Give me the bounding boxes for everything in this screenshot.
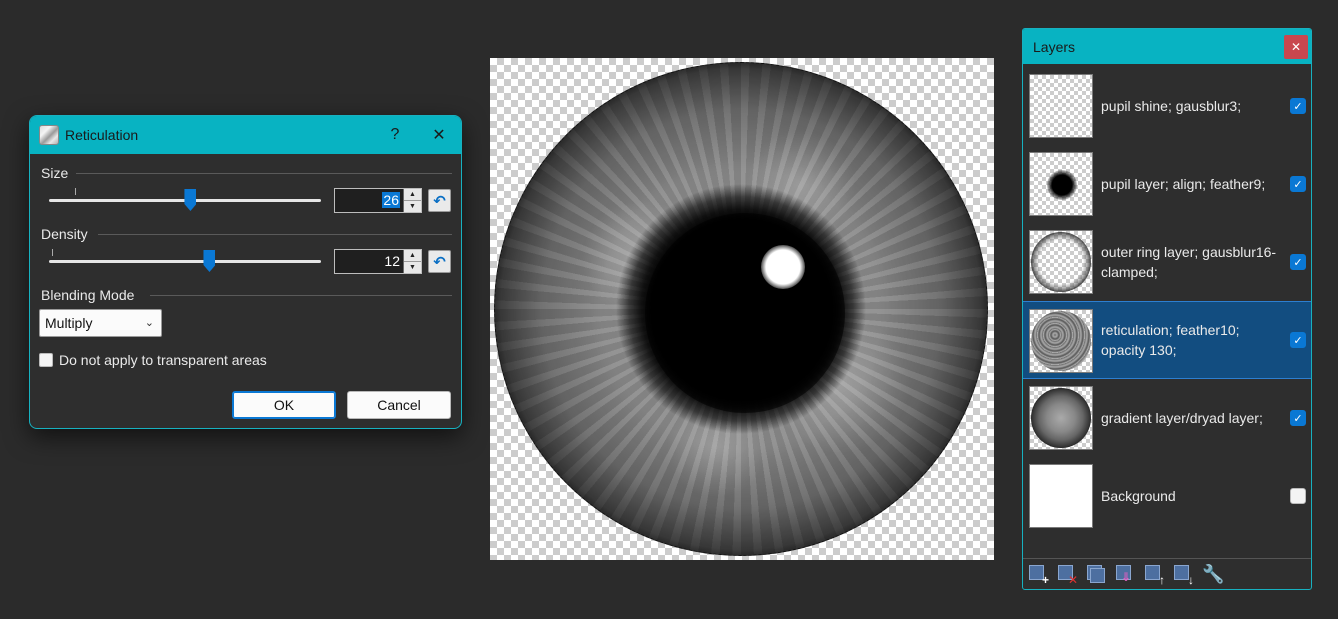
size-up-arrow-icon[interactable]: ▲ [404, 189, 421, 200]
size-spin-arrows[interactable]: ▲ ▼ [403, 189, 421, 212]
layers-panel: Layers ✕ pupil shine; gausblur3; ✓ pupil… [1022, 28, 1312, 590]
thumbnail-reticulation [1031, 311, 1091, 371]
move-layer-down-icon[interactable]: ↓ [1173, 564, 1194, 586]
layer-visibility-checkbox[interactable]: ✓ [1290, 98, 1306, 114]
layer-name: gradient layer/dryad layer; [1101, 410, 1263, 426]
transparent-areas-option[interactable]: Do not apply to transparent areas [39, 352, 267, 368]
layer-name: outer ring layer; gausblur16-clamped; [1101, 244, 1277, 280]
chevron-down-icon: ⌄ [144, 317, 154, 329]
transparent-areas-label: Do not apply to transparent areas [59, 352, 267, 368]
density-slider-tick [52, 249, 53, 256]
layer-row-outer-ring[interactable]: outer ring layer; gausblur16-clamped; ✓ [1023, 223, 1311, 301]
density-input[interactable]: 12 [335, 250, 403, 273]
size-value: 26 [382, 192, 400, 208]
reticulation-dialog: Reticulation ? ✕ Size 26 ▲ ▼ ↶ Density 1… [29, 115, 462, 429]
ok-button[interactable]: OK [232, 391, 336, 419]
reset-icon: ↶ [433, 253, 446, 271]
delete-layer-icon[interactable]: ✕ [1057, 564, 1078, 586]
merge-layer-down-icon[interactable]: ⇓ [1115, 564, 1135, 584]
density-spin-arrows[interactable]: ▲ ▼ [403, 250, 421, 273]
layer-row-pupil[interactable]: pupil layer; align; feather9; ✓ [1023, 145, 1311, 223]
layer-row-gradient[interactable]: gradient layer/dryad layer; ✓ [1023, 379, 1311, 457]
pupil-image [645, 213, 845, 413]
density-up-arrow-icon[interactable]: ▲ [404, 250, 421, 261]
layer-visibility-checkbox[interactable]: ✓ [1290, 254, 1306, 270]
blending-mode-value: Multiply [45, 315, 93, 331]
density-label: Density [41, 226, 88, 242]
layer-thumbnail [1029, 152, 1093, 216]
size-slider-thumb[interactable] [184, 189, 197, 211]
layers-title: Layers [1033, 38, 1076, 55]
dialog-titlebar[interactable]: Reticulation ? ✕ [30, 116, 461, 154]
layers-close-button[interactable]: ✕ [1284, 34, 1308, 59]
layers-toolbar: + ✕ ⇓ ↑ ↓ 🔧 [1023, 558, 1311, 589]
blending-divider [150, 295, 452, 296]
dialog-close-button[interactable]: ✕ [417, 116, 461, 154]
size-input[interactable]: 26 [335, 189, 403, 212]
size-divider [76, 173, 452, 174]
size-label: Size [41, 165, 69, 181]
layer-properties-icon[interactable]: 🔧 [1202, 564, 1224, 584]
layer-thumbnail [1029, 464, 1093, 528]
layers-titlebar[interactable]: Layers ✕ [1023, 29, 1311, 64]
pupil-shine-image [761, 245, 805, 289]
cancel-button[interactable]: Cancel [347, 391, 451, 419]
thumbnail-gradient [1031, 388, 1091, 448]
layer-visibility-checkbox[interactable]: ✓ [1290, 410, 1306, 426]
layer-thumbnail [1029, 74, 1093, 138]
size-reset-button[interactable]: ↶ [428, 189, 451, 212]
layer-row-background[interactable]: Background [1023, 457, 1311, 535]
layer-row-reticulation[interactable]: reticulation; feather10; opacity 130; ✓ [1023, 301, 1311, 379]
image-canvas[interactable] [490, 58, 994, 560]
move-layer-up-icon[interactable]: ↑ [1144, 564, 1165, 586]
layer-name: pupil shine; gausblur3; [1101, 98, 1242, 114]
density-divider [98, 234, 452, 235]
blending-mode-label: Blending Mode [41, 287, 135, 303]
reset-icon: ↶ [433, 192, 446, 210]
layer-visibility-checkbox[interactable]: ✓ [1290, 176, 1306, 192]
thumbnail-ring [1031, 232, 1091, 292]
density-slider-thumb[interactable] [203, 250, 216, 272]
layer-thumbnail [1029, 309, 1093, 373]
density-spinbox[interactable]: 12 ▲ ▼ [334, 249, 422, 274]
help-button[interactable]: ? [373, 116, 417, 154]
layer-visibility-checkbox[interactable] [1290, 488, 1306, 504]
size-slider-tick [75, 188, 76, 195]
layer-name: pupil layer; align; feather9; [1101, 176, 1266, 192]
add-layer-icon[interactable]: + [1028, 564, 1049, 586]
density-down-arrow-icon[interactable]: ▼ [404, 261, 421, 273]
thumbnail-pupil [1047, 170, 1077, 200]
layer-name: Background [1101, 488, 1176, 504]
density-reset-button[interactable]: ↶ [428, 250, 451, 273]
iris-image [494, 62, 988, 556]
size-spinbox[interactable]: 26 ▲ ▼ [334, 188, 422, 213]
layer-visibility-checkbox[interactable]: ✓ [1290, 332, 1306, 348]
dialog-title: Reticulation [65, 127, 139, 143]
density-slider-track[interactable] [49, 260, 321, 263]
reticulation-icon [39, 125, 59, 145]
size-down-arrow-icon[interactable]: ▼ [404, 200, 421, 212]
blending-mode-select[interactable]: Multiply ⌄ [39, 309, 162, 337]
duplicate-layer-icon[interactable] [1086, 564, 1106, 584]
layer-thumbnail [1029, 230, 1093, 294]
layer-name: reticulation; feather10; opacity 130; [1101, 322, 1240, 358]
layer-thumbnail [1029, 386, 1093, 450]
transparent-areas-checkbox[interactable] [39, 353, 53, 367]
layer-row-pupil-shine[interactable]: pupil shine; gausblur3; ✓ [1023, 67, 1311, 145]
